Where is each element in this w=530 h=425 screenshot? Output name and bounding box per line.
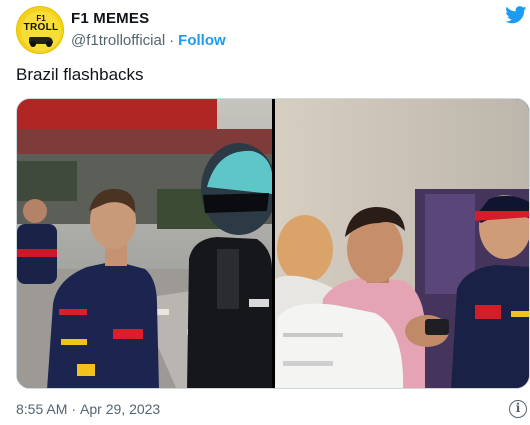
photo-left[interactable] [17, 99, 272, 388]
author-handle-row: @f1trollofficial · Follow [71, 32, 226, 49]
tweet-text: Brazil flashbacks [16, 65, 144, 84]
tweet-media[interactable] [16, 98, 530, 389]
author-name[interactable]: F1 MEMES [71, 10, 149, 27]
race-car-icon [29, 37, 53, 47]
twitter-bird-icon[interactable] [505, 6, 527, 24]
f1-drivers-photo [17, 99, 272, 388]
tweet-time: 8:55 AM [16, 401, 68, 417]
photo-right[interactable] [275, 99, 529, 388]
f1-drivers-photo [275, 99, 529, 388]
follow-button[interactable]: Follow [178, 32, 226, 49]
author-handle[interactable]: @f1trollofficial [71, 32, 165, 49]
separator-dot: · [169, 32, 175, 49]
separator-dot: · [71, 401, 77, 417]
info-icon[interactable]: i [509, 400, 527, 418]
avatar[interactable]: F1 TROLL [16, 6, 64, 54]
tweet-card: F1 TROLL F1 MEMES @f1trollofficial · Follo… [0, 0, 530, 425]
tweet-date: Apr 29, 2023 [80, 401, 161, 417]
avatar-logo-bottom-text: TROLL [23, 22, 59, 33]
tweet-timestamp[interactable]: 8:55 AM · Apr 29, 2023 [16, 401, 160, 417]
